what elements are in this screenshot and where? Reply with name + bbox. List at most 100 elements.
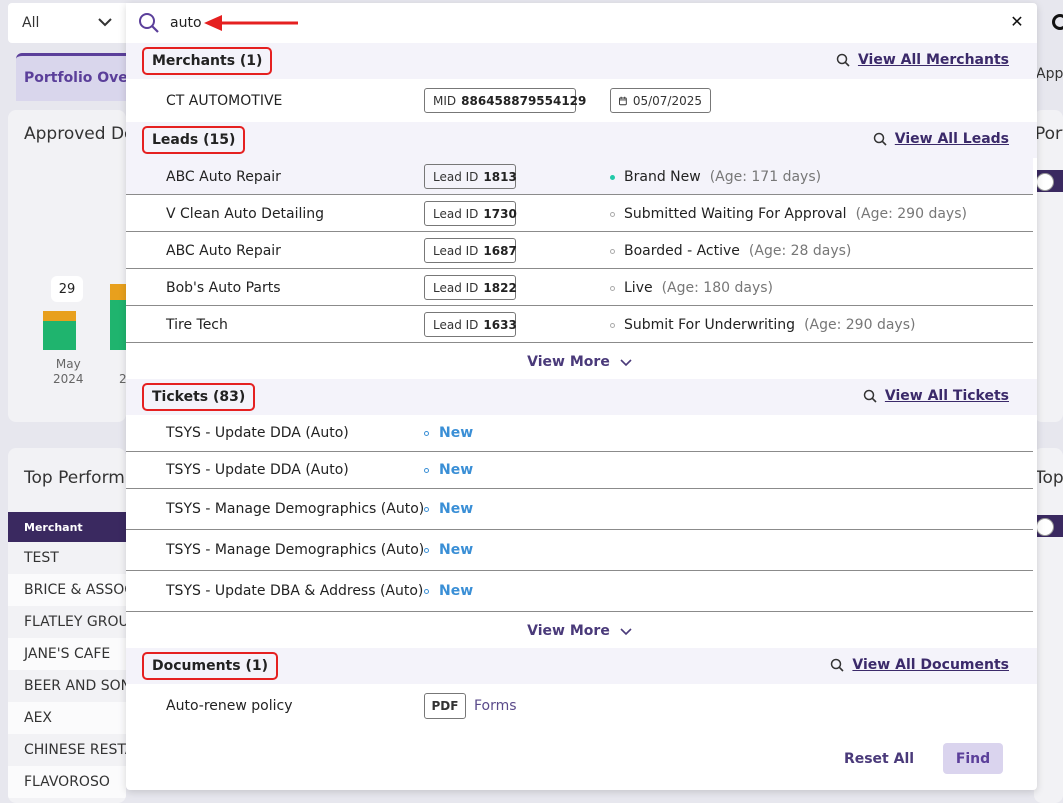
merchant-table-row[interactable]: FLAVOROSO <box>8 766 126 798</box>
search-icon <box>863 389 877 403</box>
view-all-merchants-link[interactable]: View All Merchants <box>836 52 1009 68</box>
lead-age: (Age: 290 days) <box>804 317 916 333</box>
search-icon <box>836 53 850 67</box>
toggle-switch[interactable] <box>1034 170 1063 192</box>
chevron-down-icon <box>620 628 632 636</box>
table-header-merchant: Merchant <box>8 512 126 542</box>
ticket-result-row[interactable]: TSYS - Manage Demographics (Auto) New <box>126 489 1033 530</box>
ticket-result-row[interactable]: TSYS - Update DDA (Auto) New <box>126 452 1033 489</box>
ticket-name[interactable]: TSYS - Update DDA (Auto) <box>166 462 349 478</box>
portfolio-card: Portfolio <box>1034 110 1063 422</box>
status-dot-icon <box>610 174 615 180</box>
ticket-result-row[interactable]: TSYS - Update DBA & Address (Auto) New <box>126 571 1033 612</box>
lead-age: (Age: 180 days) <box>661 280 773 296</box>
view-all-leads-link[interactable]: View All Leads <box>873 131 1009 147</box>
merchant-table-row[interactable]: JANE'S CAFE <box>8 638 126 670</box>
ticket-status: New <box>424 501 473 517</box>
merchant-date-chip: 05/07/2025 <box>610 88 711 113</box>
documents-section-title: Documents (1) <box>142 652 278 680</box>
lead-result-row[interactable]: V Clean Auto Detailing Lead ID 1730 Submitt… <box>126 195 1033 232</box>
lead-name[interactable]: V Clean Auto Detailing <box>166 206 324 222</box>
merchant-table-row[interactable]: TEST <box>8 542 126 574</box>
card-title: Portfolio <box>1035 124 1063 144</box>
toggle-switch[interactable] <box>1034 515 1063 537</box>
status-dot-icon <box>424 506 429 512</box>
status-dot-icon <box>610 285 615 291</box>
ticket-name[interactable]: TSYS - Manage Demographics (Auto) <box>166 542 424 558</box>
merchant-table-row[interactable]: BRICE & ASSOCIATES <box>8 574 126 606</box>
merchant-table-row[interactable]: AEX <box>8 702 126 734</box>
lead-status: Submitted Waiting For Approval (Age: 290 … <box>610 206 967 222</box>
merchant-table-row[interactable]: BEER AND SONS <box>8 670 126 702</box>
search-scope-value: All <box>22 15 40 31</box>
ticket-result-row[interactable]: TSYS - Manage Demographics (Auto) New <box>126 530 1033 571</box>
annotation-arrow-icon <box>204 15 298 31</box>
ticket-name[interactable]: TSYS - Update DBA & Address (Auto) <box>166 583 423 599</box>
chart-bar <box>43 311 76 350</box>
merchants-section-header: Merchants (1) View All Merchants <box>126 43 1037 79</box>
merchants-section-title: Merchants (1) <box>142 47 273 75</box>
chart-tick-label: May 2024 <box>53 357 84 386</box>
status-dot-icon <box>610 248 615 254</box>
lead-name[interactable]: ABC Auto Repair <box>166 169 281 185</box>
lead-name[interactable]: Tire Tech <box>166 317 228 333</box>
lead-result-row[interactable]: ABC Auto Repair Lead ID 1813 Brand New (Age:… <box>126 158 1033 195</box>
ticket-name[interactable]: TSYS - Manage Demographics (Auto) <box>166 501 424 517</box>
lead-id-chip: Lead ID 1633 <box>424 312 517 337</box>
find-button[interactable]: Find <box>943 743 1003 774</box>
ticket-status: New <box>424 542 473 558</box>
card-title: Approved Deals <box>24 124 126 144</box>
tickets-section-header: Tickets (83) View All Tickets <box>126 379 1037 415</box>
view-all-tickets-link[interactable]: View All Tickets <box>863 388 1009 404</box>
ticket-result-row[interactable]: TSYS - Update DDA (Auto) New <box>126 415 1033 452</box>
status-dot-icon <box>610 211 615 217</box>
leads-section-header: Leads (15) View All Leads <box>126 122 1037 158</box>
top-merchants-card: Top Performing Merchants Merchant TESTBR… <box>8 448 126 803</box>
status-dot-icon <box>610 322 615 328</box>
merchant-result-row[interactable]: CT AUTOMOTIVE MID 886458879554129 05/07/2… <box>126 79 1033 122</box>
ticket-name[interactable]: TSYS - Update DDA (Auto) <box>166 425 349 441</box>
lead-status: Submit For Underwriting (Age: 290 days) <box>610 317 915 333</box>
search-icon <box>139 13 159 33</box>
document-category: Forms <box>474 698 517 714</box>
lead-name[interactable]: ABC Auto Repair <box>166 243 281 259</box>
status-dot-icon <box>424 588 429 594</box>
view-all-documents-link[interactable]: View All Documents <box>830 657 1009 673</box>
leads-section-title: Leads (15) <box>142 126 246 154</box>
chevron-down-icon <box>98 18 112 27</box>
tab-portfolio-overview[interactable]: Portfolio Overview <box>16 53 136 101</box>
search-scope-select[interactable]: All <box>8 3 126 43</box>
chevron-down-icon <box>620 359 632 367</box>
merchant-table-row[interactable]: FLATLEY GROUP <box>8 606 126 638</box>
lead-age: (Age: 171 days) <box>709 169 822 185</box>
merchant-table-row[interactable]: CHINESE RESTAURANT <box>8 734 126 766</box>
tickets-view-more-button[interactable]: View More <box>126 614 1033 648</box>
leads-view-more-button[interactable]: View More <box>126 345 1033 379</box>
chart-bar <box>110 284 126 350</box>
lead-result-row[interactable]: Bob's Auto Parts Lead ID 1822 Live (Age: 180… <box>126 269 1033 306</box>
ticket-status: New <box>424 462 473 478</box>
document-result-row[interactable]: Auto-renew policy PDF Forms <box>126 684 1033 728</box>
documents-section-header: Documents (1) View All Documents <box>126 648 1037 684</box>
lead-id-chip: Lead ID 1687 <box>424 238 517 263</box>
reset-all-button[interactable]: Reset All <box>841 743 917 774</box>
top-card: Top <box>1034 448 1063 803</box>
chart-data-label: 29 <box>51 276 83 302</box>
search-icon <box>831 658 844 672</box>
lead-name[interactable]: Bob's Auto Parts <box>166 280 281 296</box>
lead-result-row[interactable]: ABC Auto Repair Lead ID 1687 Boarded - Acti… <box>126 232 1033 269</box>
merchant-name[interactable]: CT AUTOMOTIVE <box>166 93 282 109</box>
lead-id-chip: Lead ID 1822 <box>424 275 517 300</box>
lead-id-chip: Lead ID 1813 <box>424 164 517 189</box>
ticket-status: New <box>424 425 473 441</box>
calendar-icon <box>619 96 627 105</box>
lead-status: Boarded - Active (Age: 28 days) <box>610 243 851 259</box>
close-icon[interactable]: ✕ <box>1008 13 1026 31</box>
tab-approved[interactable]: Approved V <box>1036 66 1063 82</box>
card-title: Top Performing Merchants <box>24 468 126 488</box>
user-icon[interactable] <box>1052 14 1063 30</box>
document-name[interactable]: Auto-renew policy <box>166 698 292 714</box>
status-dot-icon <box>424 547 429 553</box>
lead-age: (Age: 28 days) <box>748 243 852 259</box>
lead-result-row[interactable]: Tire Tech Lead ID 1633 Submit For Underwrit… <box>126 306 1033 343</box>
